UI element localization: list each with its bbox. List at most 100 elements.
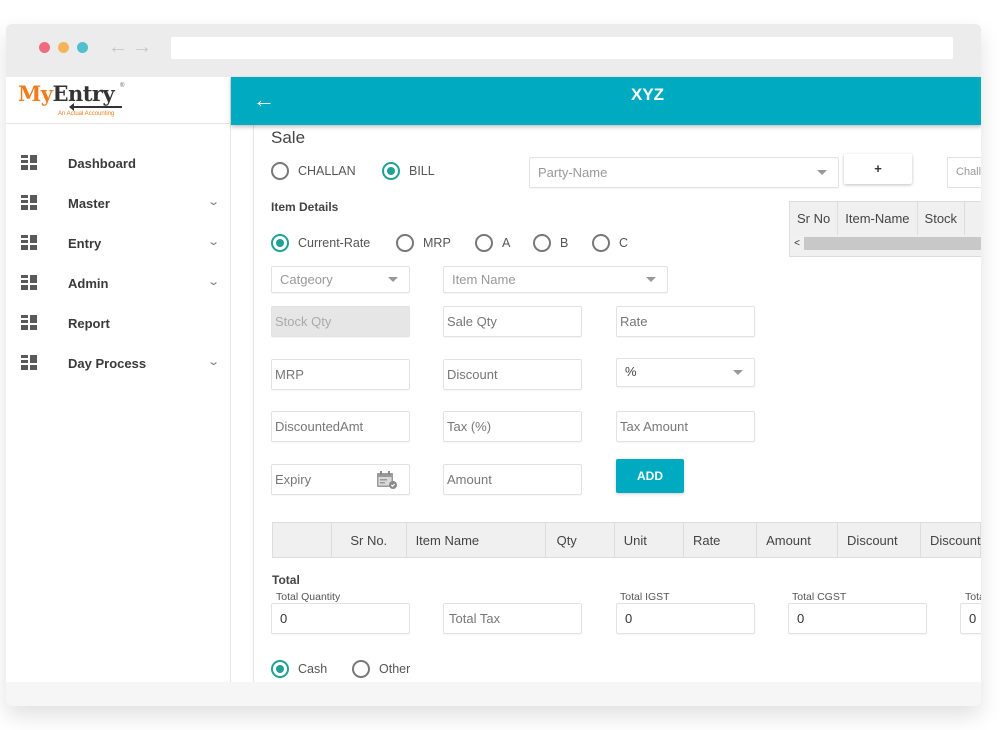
category-select[interactable]: Catgeory bbox=[271, 266, 410, 293]
logo-trademark: ® bbox=[120, 83, 125, 89]
sidebar-item-admin[interactable]: Admin ⌄ bbox=[6, 264, 231, 304]
column-header[interactable]: Rate bbox=[684, 523, 758, 557]
horizontal-scrollbar[interactable]: < bbox=[790, 237, 981, 250]
radio-label: Current-Rate bbox=[298, 236, 371, 250]
chevron-down-icon[interactable]: ⌄ bbox=[207, 195, 220, 208]
discounted-amt-field[interactable]: DiscountedAmt bbox=[271, 411, 410, 442]
total-cgst-label: Total CGST bbox=[792, 591, 847, 603]
radio-circle[interactable] bbox=[396, 234, 414, 252]
total-quantity-field[interactable]: 0 bbox=[271, 603, 410, 634]
top-bar: ← XYZ bbox=[231, 77, 981, 125]
browser-back-icon[interactable]: ← bbox=[108, 36, 128, 58]
scroll-left-icon[interactable]: < bbox=[790, 237, 804, 250]
radio-label: Other bbox=[379, 662, 411, 676]
browser-forward-icon[interactable]: → bbox=[132, 36, 152, 58]
rate-field[interactable]: Rate bbox=[616, 306, 755, 337]
logo-arrow-icon bbox=[69, 103, 122, 111]
radio-challan[interactable]: CHALLAN bbox=[271, 162, 356, 180]
calendar-icon[interactable] bbox=[376, 470, 398, 490]
category-placeholder: Catgeory bbox=[280, 272, 333, 287]
page-title: XYZ bbox=[631, 85, 665, 104]
sidebar-item-report[interactable]: Report bbox=[6, 304, 231, 344]
column-header[interactable]: Discount bbox=[838, 523, 921, 557]
sidebar-item-label: Report bbox=[68, 316, 110, 331]
total-quantity-label: Total Quantity bbox=[276, 591, 341, 603]
dashboard-icon bbox=[21, 155, 39, 171]
radio-label: C bbox=[619, 236, 629, 250]
sidebar-item-master[interactable]: Master ⌄ bbox=[6, 184, 231, 224]
mrp-field[interactable]: MRP bbox=[271, 359, 410, 390]
radio-cash[interactable]: Cash bbox=[271, 660, 327, 678]
expiry-placeholder: Expiry bbox=[275, 472, 312, 487]
item-name-select[interactable]: Item Name bbox=[443, 266, 668, 293]
add-party-button[interactable]: + bbox=[844, 154, 912, 184]
column-header[interactable]: Discount bbox=[921, 523, 981, 557]
tax-percent-field[interactable]: Tax (%) bbox=[443, 411, 582, 442]
logo[interactable]: MyEntry ® An Actual Accounting bbox=[6, 77, 231, 124]
sidebar-item-label: Master bbox=[68, 196, 110, 211]
column-header[interactable] bbox=[273, 523, 333, 557]
radio-current-rate[interactable]: Current-Rate bbox=[271, 234, 370, 252]
challan-field[interactable]: Challan bbox=[947, 157, 981, 188]
radio-circle[interactable] bbox=[475, 234, 493, 252]
dashboard-icon bbox=[21, 235, 39, 251]
add-item-button[interactable]: ADD bbox=[616, 459, 684, 493]
column-header[interactable]: Sr No. bbox=[332, 523, 407, 557]
logo-entry: Entry bbox=[52, 81, 115, 106]
close-window-dot[interactable] bbox=[39, 42, 50, 53]
column-header[interactable]: Unit bbox=[615, 523, 684, 557]
column-header[interactable]: Amount bbox=[757, 523, 839, 557]
radio-a[interactable]: A bbox=[475, 234, 510, 252]
radio-c[interactable]: C bbox=[592, 234, 628, 252]
chevron-down-icon[interactable]: ⌄ bbox=[207, 235, 220, 248]
party-name-select[interactable]: Party-Name bbox=[529, 157, 839, 188]
chevron-down-icon[interactable]: ⌄ bbox=[207, 355, 220, 368]
logo-wordmark: MyEntry bbox=[18, 81, 115, 106]
sidebar-item-entry[interactable]: Entry ⌄ bbox=[6, 224, 231, 264]
sale-form: Sale CHALLAN BILL Party-Name + Challan I… bbox=[253, 125, 981, 682]
stock-qty-field: Stock Qty bbox=[271, 306, 410, 337]
dashboard-icon bbox=[21, 315, 39, 331]
maximize-window-dot[interactable] bbox=[77, 42, 88, 53]
stock-table-header: Sr No Item-Name Stock bbox=[790, 202, 981, 235]
radio-bill[interactable]: BILL bbox=[382, 162, 435, 180]
discount-type-select[interactable]: % bbox=[616, 358, 755, 387]
total-sgst-field[interactable]: 0 bbox=[960, 603, 981, 634]
column-header[interactable]: Item Name bbox=[407, 523, 546, 557]
minimize-window-dot[interactable] bbox=[58, 42, 69, 53]
column-header[interactable]: Qty bbox=[546, 523, 615, 557]
radio-circle[interactable] bbox=[271, 162, 289, 180]
address-bar[interactable] bbox=[171, 37, 953, 59]
tax-amount-field[interactable]: Tax Amount bbox=[616, 411, 755, 442]
amount-field[interactable]: Amount bbox=[443, 464, 582, 495]
column-header[interactable]: Stock bbox=[918, 202, 966, 235]
expiry-field[interactable]: Expiry bbox=[271, 464, 410, 495]
radio-b[interactable]: B bbox=[533, 234, 568, 252]
column-header[interactable] bbox=[965, 202, 981, 235]
radio-label: A bbox=[502, 236, 511, 250]
radio-circle[interactable] bbox=[533, 234, 551, 252]
caret-down-icon bbox=[817, 170, 827, 175]
radio-circle[interactable] bbox=[352, 660, 370, 678]
radio-circle[interactable] bbox=[382, 162, 400, 180]
total-igst-field[interactable]: 0 bbox=[616, 603, 755, 634]
radio-circle[interactable] bbox=[271, 660, 289, 678]
sidebar-item-dashboard[interactable]: Dashboard bbox=[6, 144, 231, 184]
sidebar: MyEntry ® An Actual Accounting Dashboard… bbox=[6, 77, 231, 682]
sale-qty-field[interactable]: Sale Qty bbox=[443, 306, 582, 337]
radio-mrp[interactable]: MRP bbox=[396, 234, 451, 252]
sidebar-item-day-process[interactable]: Day Process ⌄ bbox=[6, 344, 231, 384]
chevron-down-icon[interactable]: ⌄ bbox=[207, 275, 220, 288]
column-header[interactable]: Item-Name bbox=[838, 202, 918, 235]
total-cgst-field[interactable]: 0 bbox=[788, 603, 927, 634]
discount-field[interactable]: Discount bbox=[443, 359, 582, 390]
caret-down-icon bbox=[646, 277, 656, 282]
radio-other[interactable]: Other bbox=[352, 660, 410, 678]
radio-circle[interactable] bbox=[592, 234, 610, 252]
total-tax-field[interactable]: Total Tax bbox=[443, 603, 582, 634]
back-arrow-icon[interactable]: ← bbox=[253, 87, 275, 113]
column-header[interactable]: Sr No bbox=[790, 202, 839, 235]
radio-circle[interactable] bbox=[271, 234, 289, 252]
radio-label: MRP bbox=[423, 236, 451, 250]
dashboard-icon bbox=[21, 355, 39, 371]
